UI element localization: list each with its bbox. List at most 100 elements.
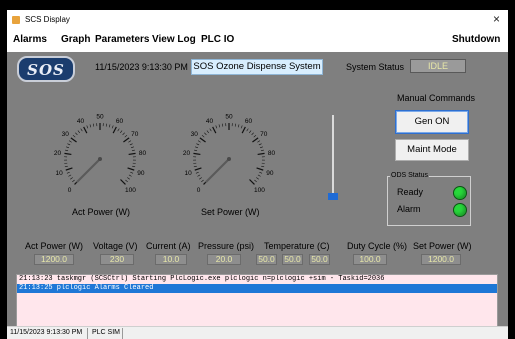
company-logo: SOS: [17, 56, 75, 82]
app-icon: [12, 16, 20, 24]
gauge-tick-label: 10: [55, 170, 63, 177]
current-value: 10.0: [155, 254, 187, 265]
power-slider-track[interactable]: [332, 115, 334, 197]
gauge-minor-tick: [128, 140, 132, 143]
gauge-minor-tick: [253, 134, 257, 138]
gauge-major-tick: [257, 152, 265, 156]
header-datetime: 11/15/2023 9:13:30 PM: [95, 62, 188, 72]
gauge-minor-tick: [105, 123, 108, 127]
gauge-minor-tick: [77, 130, 81, 134]
gauge-tick-label: 30: [62, 131, 70, 138]
gauge-major-tick: [194, 167, 202, 171]
gauge-minor-tick: [259, 146, 263, 149]
gauge-tick-label: 80: [268, 150, 276, 157]
gauge-minor-tick: [130, 146, 134, 149]
gauge-minor-tick: [194, 149, 198, 152]
window-title: SCS Display: [25, 15, 70, 24]
gauge-minor-tick: [130, 171, 134, 174]
ods-status-group: [387, 176, 471, 226]
statusbar-mode: PLC SIM: [92, 329, 121, 336]
log-line-selected[interactable]: 21:13:25 plclogic Alarms Cleared: [17, 284, 497, 293]
gauge-minor-tick: [215, 125, 218, 129]
gauge-minor-tick: [131, 149, 135, 152]
temperature-label: Temperature (C): [264, 241, 330, 251]
ods-ready-label: Ready: [397, 187, 424, 197]
menu-plc-io[interactable]: PLC IO: [201, 34, 234, 45]
gauge-tick-label: 20: [183, 150, 191, 157]
gauge-major-tick: [193, 152, 201, 156]
main-panel: SOS 11/15/2023 9:13:30 PM SOS Ozone Disp…: [7, 52, 508, 327]
current-label: Current (A): [146, 241, 191, 251]
power-slider-thumb[interactable]: [328, 193, 338, 200]
log-line[interactable]: 21:13:23 taskmgr (SCSCtrl) Starting PlcL…: [17, 275, 497, 284]
gauge-minor-tick: [259, 171, 263, 174]
gauge-tick-label: 0: [68, 187, 72, 194]
menu-parameters[interactable]: Parameters: [95, 34, 149, 45]
main-window: SCS Display × Alarms Graph Parameters Vi…: [7, 10, 508, 339]
system-name-panel: SOS Ozone Dispense System: [191, 59, 323, 75]
menu-view-log[interactable]: View Log: [152, 34, 196, 45]
gauge-minor-tick: [251, 132, 254, 136]
gauge-minor-tick: [66, 146, 70, 149]
menu-graph[interactable]: Graph: [61, 34, 90, 45]
gauge-minor-tick: [70, 177, 73, 180]
gauge-minor-tick: [125, 179, 128, 183]
gauge-major-tick: [256, 167, 264, 171]
gauge-tick-label: 60: [245, 118, 253, 125]
ods-alarm-label: Alarm: [397, 204, 421, 214]
close-icon[interactable]: ×: [493, 12, 500, 26]
gauge-minor-tick: [218, 124, 221, 128]
menu-shutdown[interactable]: Shutdown: [452, 34, 500, 45]
act-power-label: Act Power (W): [25, 241, 84, 251]
gauge-minor-tick: [129, 143, 133, 146]
gauge-minor-tick: [65, 149, 69, 152]
menu-bar: Alarms Graph Parameters View Log PLC IO …: [7, 30, 508, 52]
gen-on-button[interactable]: Gen ON: [395, 110, 469, 134]
gauge-major-tick: [252, 137, 259, 143]
gauge-minor-tick: [254, 179, 257, 183]
gauge-major-tick: [199, 137, 206, 143]
voltage-value: 230: [100, 254, 134, 265]
statusbar-divider: [122, 328, 123, 339]
temperature-value-2: 50.0: [282, 254, 303, 265]
gauge-minor-tick: [80, 128, 83, 132]
system-status-label: System Status: [346, 62, 405, 72]
gauge-hub: [98, 157, 102, 161]
statusbar-datetime: 11/15/2023 9:13:30 PM: [10, 329, 83, 336]
gauge-tick-label: 10: [184, 170, 192, 177]
gauge-minor-tick: [221, 123, 224, 127]
gauge-tick-label: 90: [137, 170, 145, 177]
gauge-minor-tick: [128, 174, 132, 177]
gauge-minor-tick: [197, 140, 201, 143]
gauge-major-tick: [127, 167, 135, 171]
gauge-tick-label: 20: [54, 150, 62, 157]
duty-cycle-label: Duty Cycle (%): [347, 241, 408, 251]
gauge-minor-tick: [260, 149, 264, 152]
gauge-minor-tick: [132, 165, 136, 168]
gauge-major-tick: [212, 126, 217, 134]
gauge-minor-tick: [75, 132, 78, 136]
alarm-indicator-icon: [453, 203, 467, 217]
gauge-minor-tick: [204, 132, 207, 136]
menu-alarms[interactable]: Alarms: [13, 34, 47, 45]
gauge-minor-tick: [201, 179, 204, 183]
maint-mode-button[interactable]: Maint Mode: [395, 139, 469, 161]
act-power-value: 1200.0: [34, 254, 74, 265]
gauge-minor-tick: [108, 124, 111, 128]
event-log[interactable]: 21:13:23 taskmgr (SCSCtrl) Starting PlcL…: [16, 274, 498, 327]
gauge-minor-tick: [119, 130, 123, 134]
logo-text: SOS: [27, 61, 65, 79]
gauge-tick-label: 40: [206, 118, 214, 125]
title-bar: SCS Display ×: [7, 10, 508, 30]
gauge-tick-label: 70: [260, 131, 268, 138]
gauge-hub: [227, 157, 231, 161]
gauge-minor-tick: [72, 179, 75, 183]
gauge-minor-tick: [261, 165, 265, 168]
gauge-minor-tick: [206, 130, 210, 134]
gauge-minor-tick: [234, 123, 237, 127]
gauge-minor-tick: [92, 123, 95, 127]
gauge-minor-tick: [258, 143, 262, 146]
gauge-needle: [76, 157, 102, 183]
set-power-value: 1200.0: [421, 254, 461, 265]
gauge-major-tick: [241, 126, 246, 134]
